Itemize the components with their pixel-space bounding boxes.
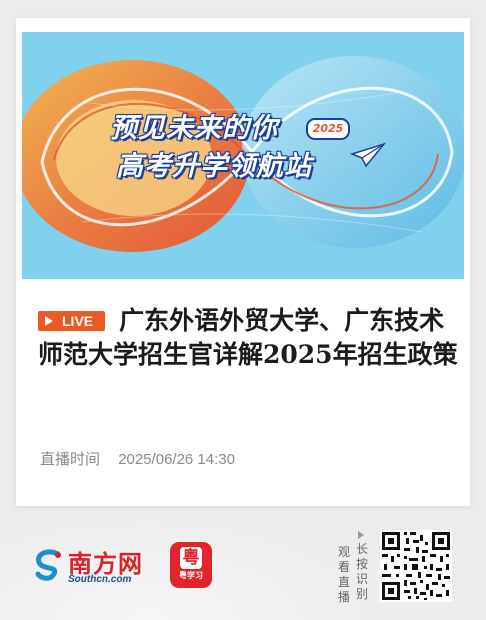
banner-image: 预见未来的你 2025 高考升学领航站	[22, 32, 464, 279]
broadcast-time-label: 直播时间	[40, 451, 101, 468]
play-triangle-icon	[45, 316, 53, 326]
southcn-swirl-icon	[35, 549, 61, 581]
live-label: LIVE	[62, 313, 94, 329]
qr-hint-watch-live: 观看直播	[337, 545, 350, 604]
broadcast-time-value: 2025/06/26 14:30	[118, 451, 235, 468]
logo-english-text: Southcn.com	[68, 574, 132, 585]
yue-xuexi-app-icon[interactable]: 粤 粤学习	[170, 542, 212, 588]
live-card[interactable]: 预见未来的你 2025 高考升学领航站 LIVE 广东外语外贸大学、广东技术师范大…	[16, 18, 470, 506]
banner-headline-2: 高考升学领航站	[116, 151, 312, 182]
qr-code-icon[interactable]	[380, 530, 452, 602]
article-title[interactable]: LIVE 广东外语外贸大学、广东技术师范大学招生官详解2025年招生政策	[38, 304, 458, 372]
arrow-icon	[358, 531, 364, 539]
app-glyph: 粤	[180, 547, 202, 569]
app-name: 粤学习	[179, 571, 203, 580]
year-badge: 2025	[306, 118, 350, 140]
qr-hint-long-press: 长按识别	[355, 542, 368, 601]
banner-headline-1: 预见未来的你	[110, 113, 278, 144]
live-badge: LIVE	[38, 311, 106, 331]
broadcast-time: 直播时间 2025/06/26 14:30	[40, 448, 235, 469]
